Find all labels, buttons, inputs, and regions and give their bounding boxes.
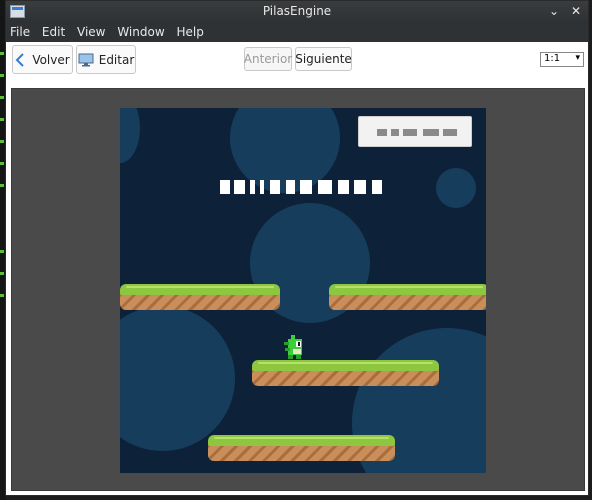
menu-bar: File Edit View Window Help xyxy=(6,23,588,42)
menu-view[interactable]: View xyxy=(73,23,109,39)
title-bar: PilasEngine ⌄ ✕ xyxy=(6,1,588,23)
minimize-button[interactable]: ⌄ xyxy=(546,3,562,19)
next-button-label: Siguiente xyxy=(295,52,352,66)
menu-help[interactable]: Help xyxy=(172,23,207,39)
background-bubble xyxy=(120,306,235,451)
background-bubble xyxy=(120,108,140,163)
back-button[interactable]: Volver xyxy=(12,45,73,74)
platform xyxy=(208,435,395,461)
platform xyxy=(120,284,280,310)
platform xyxy=(329,284,486,310)
zoom-value: 1:1 xyxy=(544,53,561,64)
back-button-label: Volver xyxy=(32,52,70,67)
monitor-icon xyxy=(78,53,94,66)
next-button[interactable]: Siguiente xyxy=(295,47,352,71)
close-icon: ✕ xyxy=(570,4,582,18)
platform xyxy=(252,360,439,386)
edit-button-label: Editar xyxy=(98,52,135,67)
chevron-down-icon: ⌄ xyxy=(548,4,560,18)
window-title: PilasEngine xyxy=(262,4,332,18)
edit-button[interactable]: Editar xyxy=(76,45,136,74)
chevron-left-icon xyxy=(15,52,25,67)
menu-edit[interactable]: Edit xyxy=(38,23,69,39)
game-stage[interactable] xyxy=(120,108,486,473)
canvas-area xyxy=(11,88,585,491)
chevron-down-icon: ▾ xyxy=(575,53,580,63)
close-button[interactable]: ✕ xyxy=(568,3,584,19)
menu-file[interactable]: File xyxy=(6,23,34,39)
toolbar: Volver Editar Anterior Siguiente xyxy=(6,42,588,84)
stage-button-image xyxy=(358,116,472,147)
stage-title-image xyxy=(220,180,390,196)
player-sprite[interactable] xyxy=(283,335,305,361)
zoom-select[interactable]: 1:1 ▾ xyxy=(540,52,584,67)
background-bubble xyxy=(436,168,476,208)
previous-button-label: Anterior xyxy=(243,52,293,66)
menu-window[interactable]: Window xyxy=(113,23,168,39)
previous-button[interactable]: Anterior xyxy=(244,47,292,71)
pilas-engine-window: PilasEngine ⌄ ✕ File Edit View Window He… xyxy=(5,0,589,496)
